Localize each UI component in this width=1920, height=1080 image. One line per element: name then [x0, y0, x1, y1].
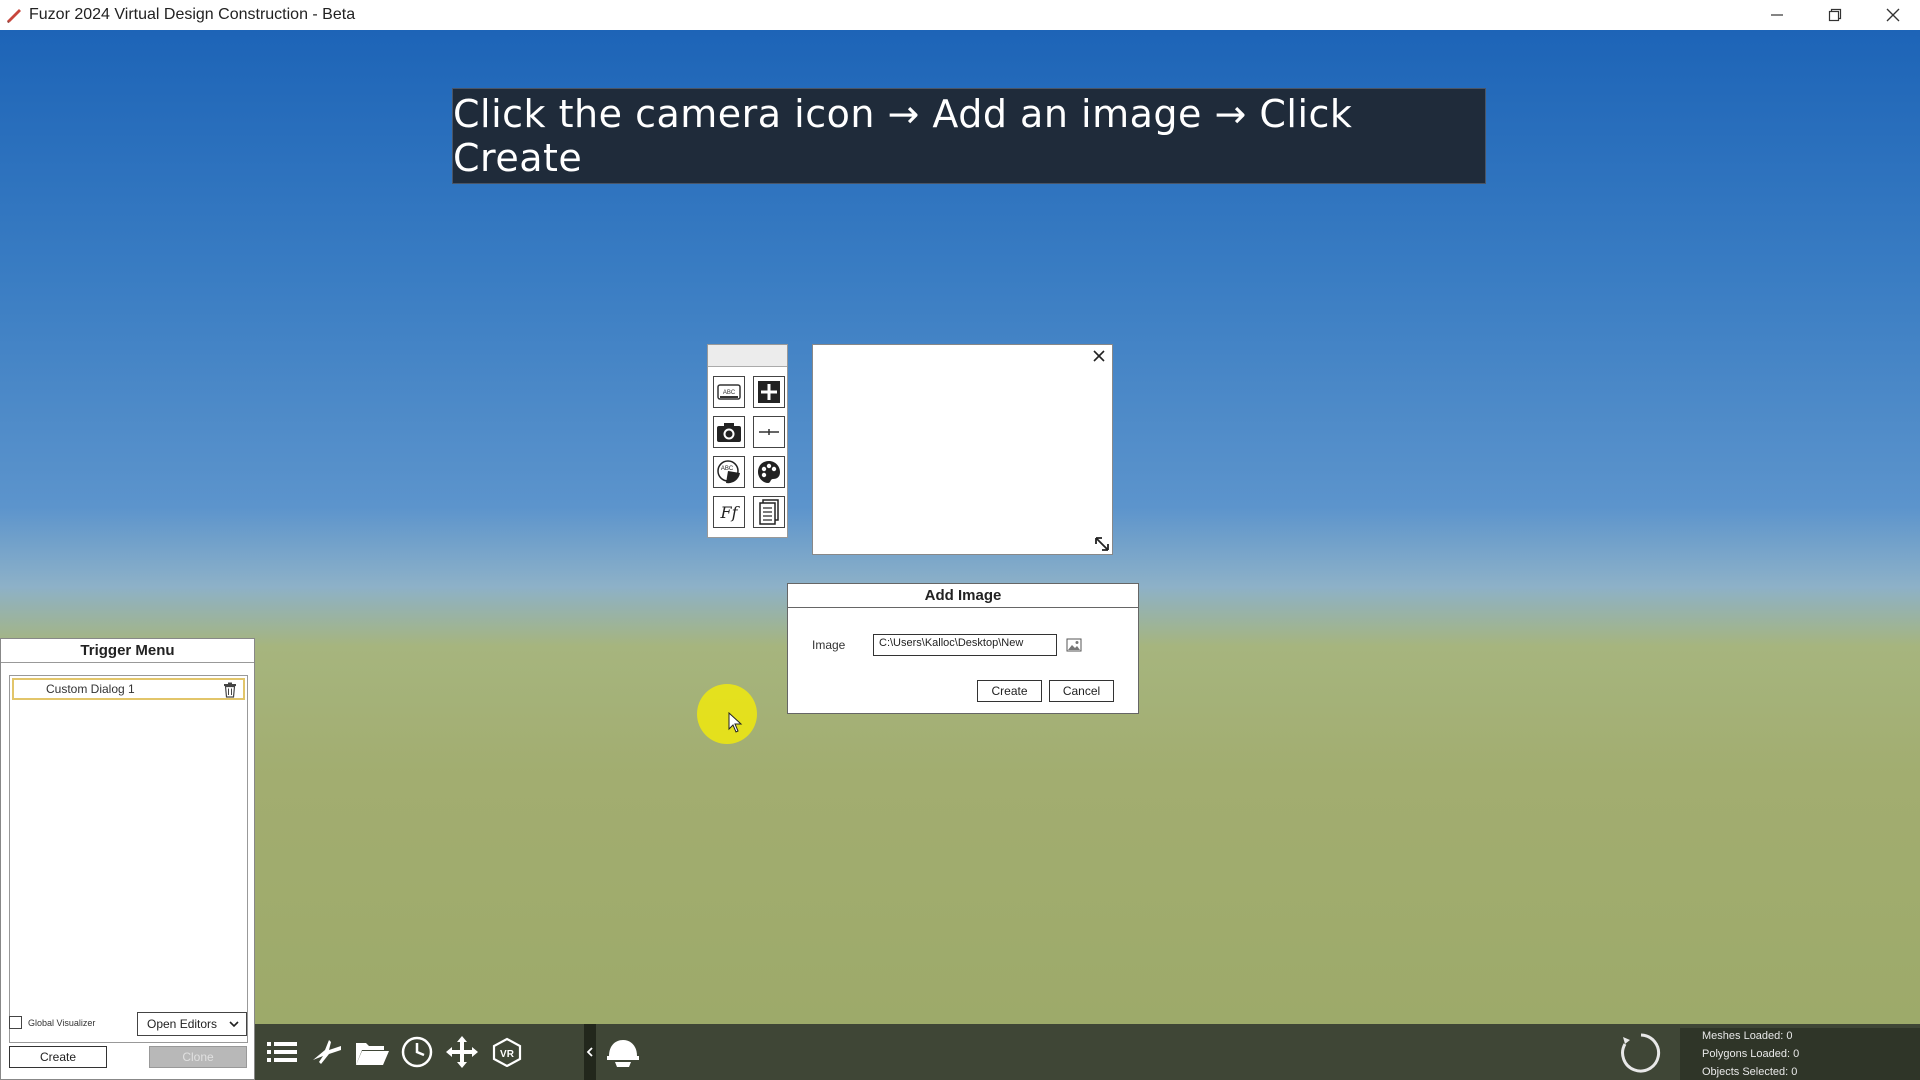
- vr-icon: VR: [492, 1037, 522, 1067]
- safety-button[interactable]: [604, 1034, 642, 1070]
- line-tool[interactable]: [753, 416, 785, 448]
- resize-arrow-icon: [1095, 537, 1109, 551]
- browse-image-button[interactable]: [1065, 637, 1083, 653]
- global-visualizer-checkbox[interactable]: [9, 1016, 22, 1029]
- document-list-icon: [759, 499, 779, 525]
- minimize-button[interactable]: [1748, 0, 1806, 30]
- svg-text:ABC: ABC: [721, 466, 734, 472]
- create-button[interactable]: Create: [977, 680, 1042, 702]
- preview-close-button[interactable]: [1090, 347, 1108, 365]
- fly-navigate-icon: [313, 1040, 341, 1064]
- polygons-loaded-text: Polygons Loaded: 0: [1702, 1048, 1800, 1060]
- objects-selected-text: Objects Selected: 0: [1702, 1066, 1798, 1078]
- close-window-button[interactable]: [1864, 0, 1920, 30]
- window-title: Fuzor 2024 Virtual Design Construction -…: [29, 6, 356, 23]
- list-icon: [267, 1042, 297, 1062]
- svg-text:VR: VR: [500, 1049, 515, 1060]
- trigger-item-label: Custom Dialog 1: [46, 682, 135, 696]
- open-folder-button[interactable]: [353, 1034, 391, 1070]
- cancel-button[interactable]: Cancel: [1049, 680, 1114, 702]
- minimize-icon: [1771, 14, 1783, 16]
- move-arrows-icon: [446, 1036, 478, 1068]
- camera-icon: [717, 423, 741, 442]
- list-item[interactable]: Custom Dialog 1: [12, 678, 245, 700]
- list-menu-button[interactable]: [263, 1034, 301, 1070]
- vr-button[interactable]: VR: [488, 1034, 526, 1070]
- color-palette-tool[interactable]: [753, 456, 785, 488]
- text-fill-tool[interactable]: ABC: [713, 456, 745, 488]
- collapse-toolbar-button[interactable]: [584, 1024, 596, 1080]
- instruction-text: Click the camera icon → Add an image → C…: [453, 92, 1353, 180]
- hardhat-icon: [607, 1040, 639, 1067]
- text-label-tool[interactable]: ABC: [713, 376, 745, 408]
- restore-icon: [1828, 8, 1842, 22]
- document-tool[interactable]: [753, 496, 785, 528]
- app-logo-icon: [3, 4, 25, 26]
- chevron-left-icon: [586, 1047, 593, 1057]
- image-label: Image: [812, 638, 846, 652]
- clock-icon: [401, 1036, 433, 1068]
- image-path-input[interactable]: C:\Users\Kalloc\Desktop\New: [873, 634, 1057, 656]
- navigate-button[interactable]: [308, 1034, 346, 1070]
- timeline-button[interactable]: [398, 1034, 436, 1070]
- open-editors-label: Open Editors: [147, 1017, 218, 1031]
- open-editors-dropdown[interactable]: Open Editors: [137, 1012, 247, 1036]
- loading-spinner-icon: [1621, 1033, 1661, 1073]
- dialog-preview-panel[interactable]: [812, 344, 1113, 555]
- font-tool[interactable]: Ff: [713, 496, 745, 528]
- trash-icon: [224, 682, 236, 698]
- svg-text:ABC: ABC: [723, 390, 736, 396]
- trigger-list: Custom Dialog 1: [9, 675, 248, 1043]
- image-file-icon: [1066, 638, 1082, 652]
- resize-handle[interactable]: [1094, 536, 1110, 552]
- move-button[interactable]: [443, 1034, 481, 1070]
- close-icon: [1093, 350, 1105, 362]
- global-visualizer-label: Global Visualizer: [28, 1017, 96, 1028]
- palette-header[interactable]: [708, 345, 787, 367]
- delete-trigger-button[interactable]: [223, 682, 237, 698]
- add-plus-icon: [758, 381, 780, 403]
- bottom-toolbar: VR Meshes Loaded: 0 Polygons Loaded: 0 O…: [255, 1024, 1920, 1080]
- font-icon: Ff: [719, 503, 740, 522]
- add-image-dialog: Add Image Image C:\Users\Kalloc\Desktop\…: [787, 583, 1139, 714]
- create-trigger-button[interactable]: Create: [9, 1046, 107, 1068]
- clone-trigger-button[interactable]: Clone: [149, 1046, 247, 1068]
- folder-icon: [356, 1043, 389, 1065]
- cursor-highlight: [697, 684, 757, 744]
- text-fill-icon: ABC: [717, 460, 740, 484]
- trigger-menu-title: Trigger Menu: [1, 639, 254, 663]
- close-icon: [1886, 8, 1900, 22]
- scene-stats-panel: Meshes Loaded: 0 Polygons Loaded: 0 Obje…: [1680, 1028, 1920, 1080]
- dialog-tool-palette: ABC ABC Ff: [707, 344, 788, 538]
- text-label-icon: ABC: [717, 384, 741, 400]
- instruction-banner: Click the camera icon → Add an image → C…: [452, 88, 1486, 184]
- restore-button[interactable]: [1806, 0, 1864, 30]
- chevron-down-icon: [229, 1021, 239, 1028]
- palette-icon: [758, 461, 780, 483]
- svg-text:Ff: Ff: [719, 503, 740, 522]
- mouse-cursor-icon: [728, 712, 743, 733]
- camera-tool[interactable]: [713, 416, 745, 448]
- line-divider-icon: [759, 429, 779, 435]
- add-image-title: Add Image: [788, 584, 1138, 608]
- title-bar: Fuzor 2024 Virtual Design Construction -…: [0, 0, 1920, 30]
- global-visualizer-row: Global Visualizer: [9, 1016, 95, 1029]
- add-element-tool[interactable]: [753, 376, 785, 408]
- meshes-loaded-text: Meshes Loaded: 0: [1702, 1030, 1793, 1042]
- trigger-menu-panel: Trigger Menu Custom Dialog 1 Global Visu…: [0, 638, 255, 1080]
